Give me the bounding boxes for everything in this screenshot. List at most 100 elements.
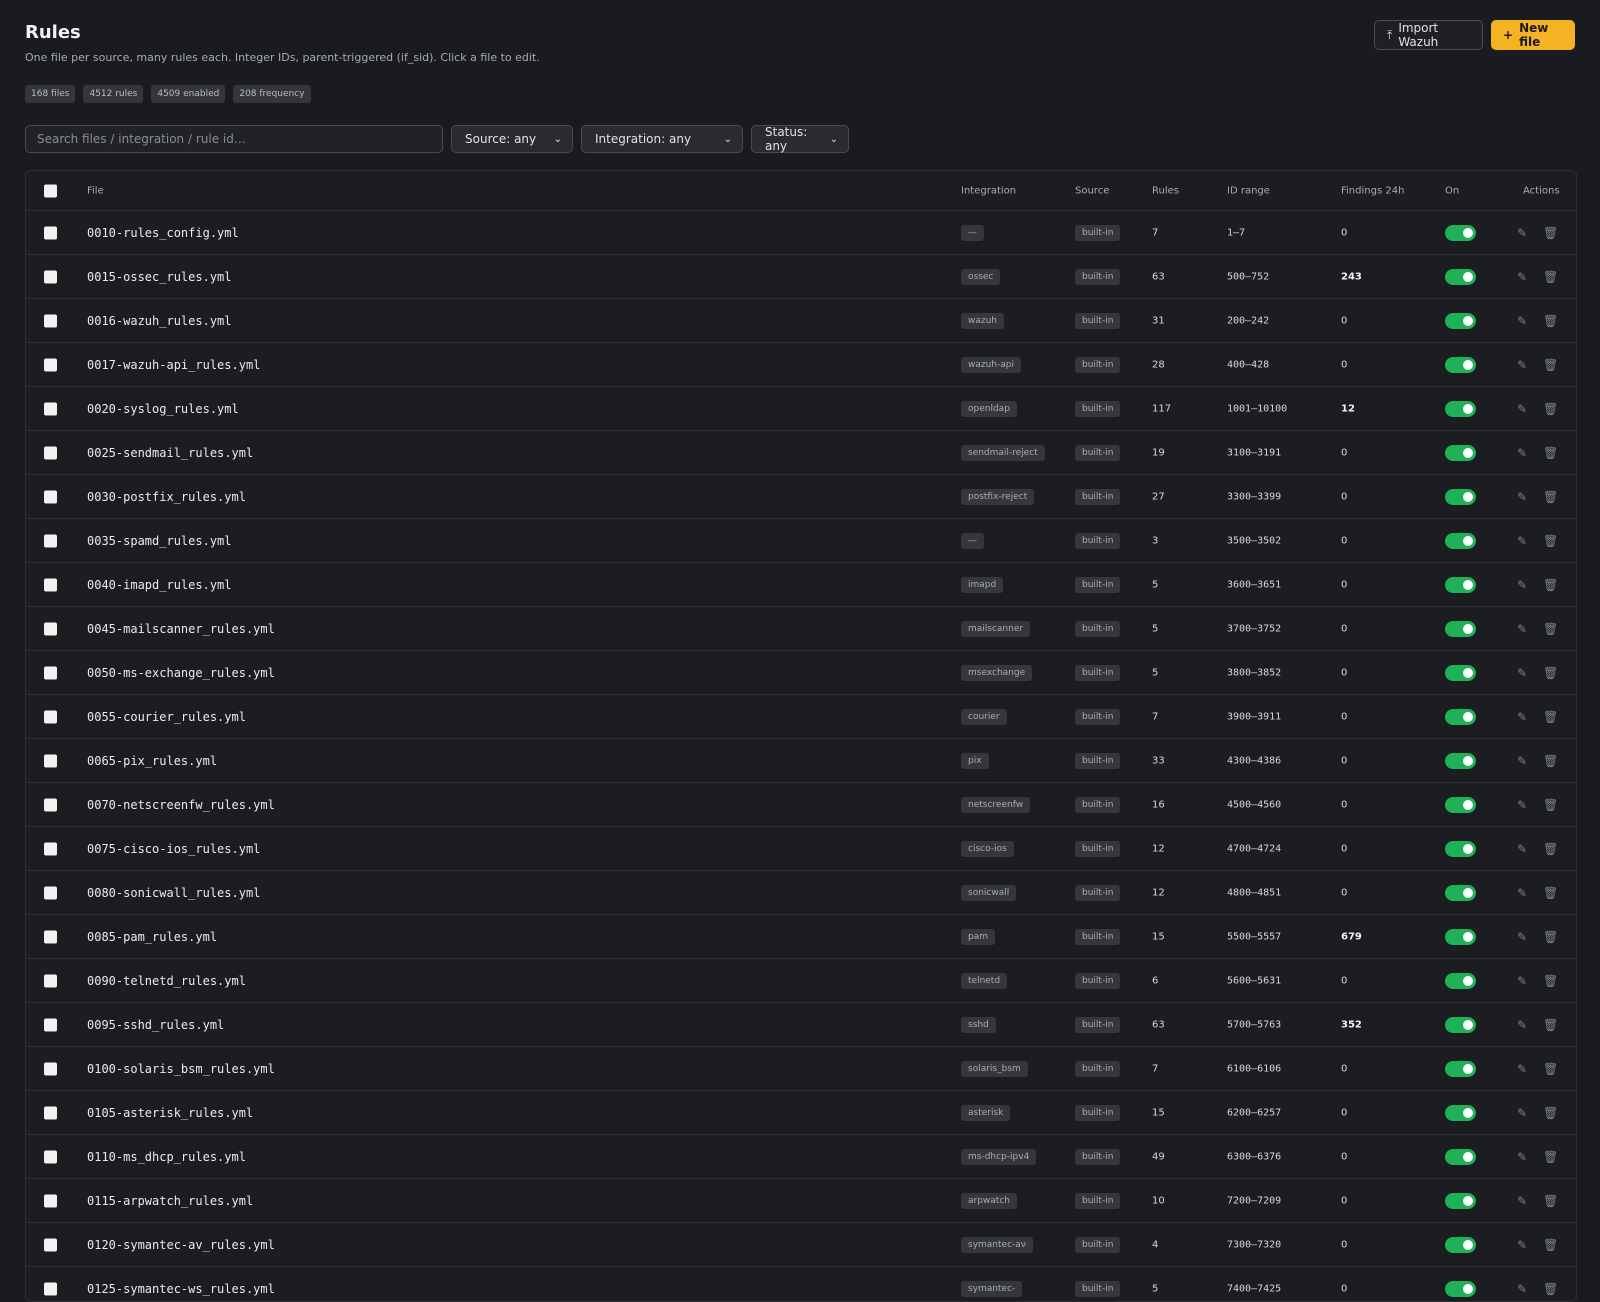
table-row[interactable]: 0025-sendmail_rules.yml sendmail-reject bu… (26, 431, 1576, 475)
trash-icon[interactable]: 🗑 (1543, 490, 1558, 504)
pencil-icon[interactable]: ✎ (1517, 226, 1527, 240)
row-checkbox[interactable] (44, 842, 57, 855)
table-row[interactable]: 0055-courier_rules.yml courier built-in 7 39… (26, 695, 1576, 739)
trash-icon[interactable]: 🗑 (1543, 622, 1558, 636)
file-name[interactable]: 0055-courier_rules.yml (87, 710, 246, 724)
pencil-icon[interactable]: ✎ (1517, 754, 1527, 768)
row-checkbox[interactable] (44, 886, 57, 899)
row-checkbox[interactable] (44, 1150, 57, 1163)
file-name[interactable]: 0030-postfix_rules.yml (87, 490, 246, 504)
table-row[interactable]: 0065-pix_rules.yml pix built-in 33 4300–4386… (26, 739, 1576, 783)
enabled-toggle[interactable] (1445, 708, 1476, 725)
enabled-toggle[interactable] (1445, 620, 1476, 637)
row-checkbox[interactable] (44, 798, 57, 811)
file-name[interactable]: 0017-wazuh-api_rules.yml (87, 358, 260, 372)
row-checkbox[interactable] (44, 490, 57, 503)
enabled-toggle[interactable] (1445, 1236, 1476, 1253)
trash-icon[interactable]: 🗑 (1543, 226, 1558, 240)
table-row[interactable]: 0017-wazuh-api_rules.yml wazuh-api built-i… (26, 343, 1576, 387)
enabled-toggle[interactable] (1445, 884, 1476, 901)
pencil-icon[interactable]: ✎ (1517, 1062, 1527, 1076)
table-row[interactable]: 0125-symantec-ws_rules.yml symantec-built… (26, 1267, 1576, 1301)
enabled-toggle[interactable] (1445, 444, 1476, 461)
enabled-toggle[interactable] (1445, 224, 1476, 241)
table-row[interactable]: 0120-symantec-av_rules.yml symantec-av bui… (26, 1223, 1576, 1267)
pencil-icon[interactable]: ✎ (1517, 710, 1527, 724)
table-row[interactable]: 0015-ossec_rules.yml ossec built-in 63 500–7… (26, 255, 1576, 299)
pencil-icon[interactable]: ✎ (1517, 358, 1527, 372)
row-checkbox[interactable] (44, 358, 57, 371)
col-rules[interactable]: Rules (1152, 185, 1179, 196)
enabled-toggle[interactable] (1445, 400, 1476, 417)
table-row[interactable]: 0110-ms_dhcp_rules.yml ms-dhcp-ipv4 built-… (26, 1135, 1576, 1179)
row-checkbox[interactable] (44, 930, 57, 943)
search-input[interactable]: Search files / integration / rule id… (25, 125, 443, 153)
row-checkbox[interactable] (44, 1106, 57, 1119)
trash-icon[interactable]: 🗑 (1543, 578, 1558, 592)
pencil-icon[interactable]: ✎ (1517, 1106, 1527, 1120)
trash-icon[interactable]: 🗑 (1543, 446, 1558, 460)
enabled-toggle[interactable] (1445, 1192, 1476, 1209)
enabled-toggle[interactable] (1445, 576, 1476, 593)
file-name[interactable]: 0035-spamd_rules.yml (87, 534, 232, 548)
file-name[interactable]: 0075-cisco-ios_rules.yml (87, 842, 260, 856)
file-name[interactable]: 0070-netscreenfw_rules.yml (87, 798, 275, 812)
source-filter-select[interactable]: Source: any ⌄ (451, 125, 573, 153)
pencil-icon[interactable]: ✎ (1517, 886, 1527, 900)
pencil-icon[interactable]: ✎ (1517, 930, 1527, 944)
file-name[interactable]: 0065-pix_rules.yml (87, 754, 217, 768)
trash-icon[interactable]: 🗑 (1543, 314, 1558, 328)
trash-icon[interactable]: 🗑 (1543, 1194, 1558, 1208)
file-name[interactable]: 0016-wazuh_rules.yml (87, 314, 232, 328)
trash-icon[interactable]: 🗑 (1543, 666, 1558, 680)
pencil-icon[interactable]: ✎ (1517, 270, 1527, 284)
new-file-button[interactable]: + New file (1491, 20, 1575, 50)
trash-icon[interactable]: 🗑 (1543, 1238, 1558, 1252)
trash-icon[interactable]: 🗑 (1543, 270, 1558, 284)
trash-icon[interactable]: 🗑 (1543, 402, 1558, 416)
row-checkbox[interactable] (44, 446, 57, 459)
row-checkbox[interactable] (44, 578, 57, 591)
select-all-checkbox[interactable] (44, 184, 57, 197)
table-row[interactable]: 0040-imapd_rules.yml imapd built-in 5 3600–3… (26, 563, 1576, 607)
pencil-icon[interactable]: ✎ (1517, 578, 1527, 592)
pencil-icon[interactable]: ✎ (1517, 1238, 1527, 1252)
row-checkbox[interactable] (44, 666, 57, 679)
enabled-toggle[interactable] (1445, 928, 1476, 945)
pencil-icon[interactable]: ✎ (1517, 1150, 1527, 1164)
table-row[interactable]: 0050-ms-exchange_rules.yml msexchange buil… (26, 651, 1576, 695)
file-name[interactable]: 0100-solaris_bsm_rules.yml (87, 1062, 275, 1076)
enabled-toggle[interactable] (1445, 532, 1476, 549)
table-row[interactable]: 0075-cisco-ios_rules.yml cisco-ios built-i… (26, 827, 1576, 871)
file-name[interactable]: 0010-rules_config.yml (87, 226, 239, 240)
table-row[interactable]: 0080-sonicwall_rules.yml sonicwall built-i… (26, 871, 1576, 915)
enabled-toggle[interactable] (1445, 972, 1476, 989)
row-checkbox[interactable] (44, 534, 57, 547)
file-name[interactable]: 0110-ms_dhcp_rules.yml (87, 1150, 246, 1164)
trash-icon[interactable]: 🗑 (1543, 798, 1558, 812)
row-checkbox[interactable] (44, 402, 57, 415)
trash-icon[interactable]: 🗑 (1543, 886, 1558, 900)
trash-icon[interactable]: 🗑 (1543, 1062, 1558, 1076)
table-row[interactable]: 0020-syslog_rules.yml openldap built-in 117… (26, 387, 1576, 431)
file-name[interactable]: 0120-symantec-av_rules.yml (87, 1238, 275, 1252)
row-checkbox[interactable] (44, 622, 57, 635)
file-name[interactable]: 0085-pam_rules.yml (87, 930, 217, 944)
file-name[interactable]: 0125-symantec-ws_rules.yml (87, 1282, 275, 1296)
table-row[interactable]: 0010-rules_config.yml — built-in 7 1–7 0 ✎ 🗑 (26, 211, 1576, 255)
enabled-toggle[interactable] (1445, 1280, 1476, 1297)
pencil-icon[interactable]: ✎ (1517, 798, 1527, 812)
row-checkbox[interactable] (44, 1194, 57, 1207)
file-name[interactable]: 0115-arpwatch_rules.yml (87, 1194, 253, 1208)
pencil-icon[interactable]: ✎ (1517, 974, 1527, 988)
pencil-icon[interactable]: ✎ (1517, 1282, 1527, 1296)
trash-icon[interactable]: 🗑 (1543, 534, 1558, 548)
status-filter-select[interactable]: Status: any ⌄ (751, 125, 849, 153)
enabled-toggle[interactable] (1445, 488, 1476, 505)
file-name[interactable]: 0090-telnetd_rules.yml (87, 974, 246, 988)
row-checkbox[interactable] (44, 1238, 57, 1251)
pencil-icon[interactable]: ✎ (1517, 622, 1527, 636)
pencil-icon[interactable]: ✎ (1517, 842, 1527, 856)
enabled-toggle[interactable] (1445, 356, 1476, 373)
table-row[interactable]: 0016-wazuh_rules.yml wazuh built-in 31 200–2… (26, 299, 1576, 343)
